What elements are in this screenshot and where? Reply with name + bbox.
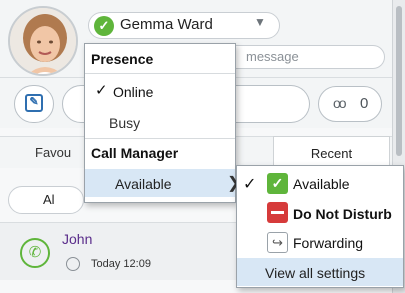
menu-item-busy[interactable]: Busy [109,115,140,131]
contact-presence-icon [66,257,80,271]
tab-favourites[interactable]: Favou [0,136,86,168]
online-check-icon: ✓ [95,82,108,99]
avatar[interactable] [8,6,78,76]
forwarding-icon: ↪ [267,232,288,253]
voicemail-button[interactable] [318,86,382,122]
scrollbar-thumb[interactable] [396,6,402,156]
call-manager-heading: Call Manager [91,145,179,161]
menu-item-available[interactable]: Available [115,176,172,192]
available-status-icon: ✓ [94,16,114,36]
dropdown-arrow-icon[interactable]: ▼ [254,15,266,29]
submenu-item-do-not-disturb[interactable]: Do Not Disturb [293,206,392,222]
available-icon: ✓ [267,173,288,194]
search-field[interactable] [235,85,310,123]
filter-all-label: Al [43,192,55,207]
compose-icon: ✎ [25,94,43,112]
status-message-placeholder: message [246,49,299,64]
available-selected-check-icon: ✓ [243,176,257,193]
contact-name: John [62,231,93,247]
submenu-item-view-all-settings[interactable]: View all settings [265,265,365,281]
voicemail-icon: oo [333,95,347,111]
menu-divider [85,73,235,74]
submenu-item-forwarding[interactable]: Forwarding [293,235,363,251]
submenu-item-available[interactable]: Available [293,176,350,192]
tab-recent[interactable]: Recent [273,136,390,168]
menu-item-online[interactable]: Online [113,84,153,100]
incoming-call-icon: ✆ [20,238,50,268]
menu-divider [85,138,235,139]
contact-time: Today 12:09 [91,258,151,270]
user-name: Gemma Ward [120,16,213,33]
voicemail-count: 0 [360,95,369,112]
do-not-disturb-icon-bar [271,211,284,214]
presence-heading: Presence [91,51,154,67]
